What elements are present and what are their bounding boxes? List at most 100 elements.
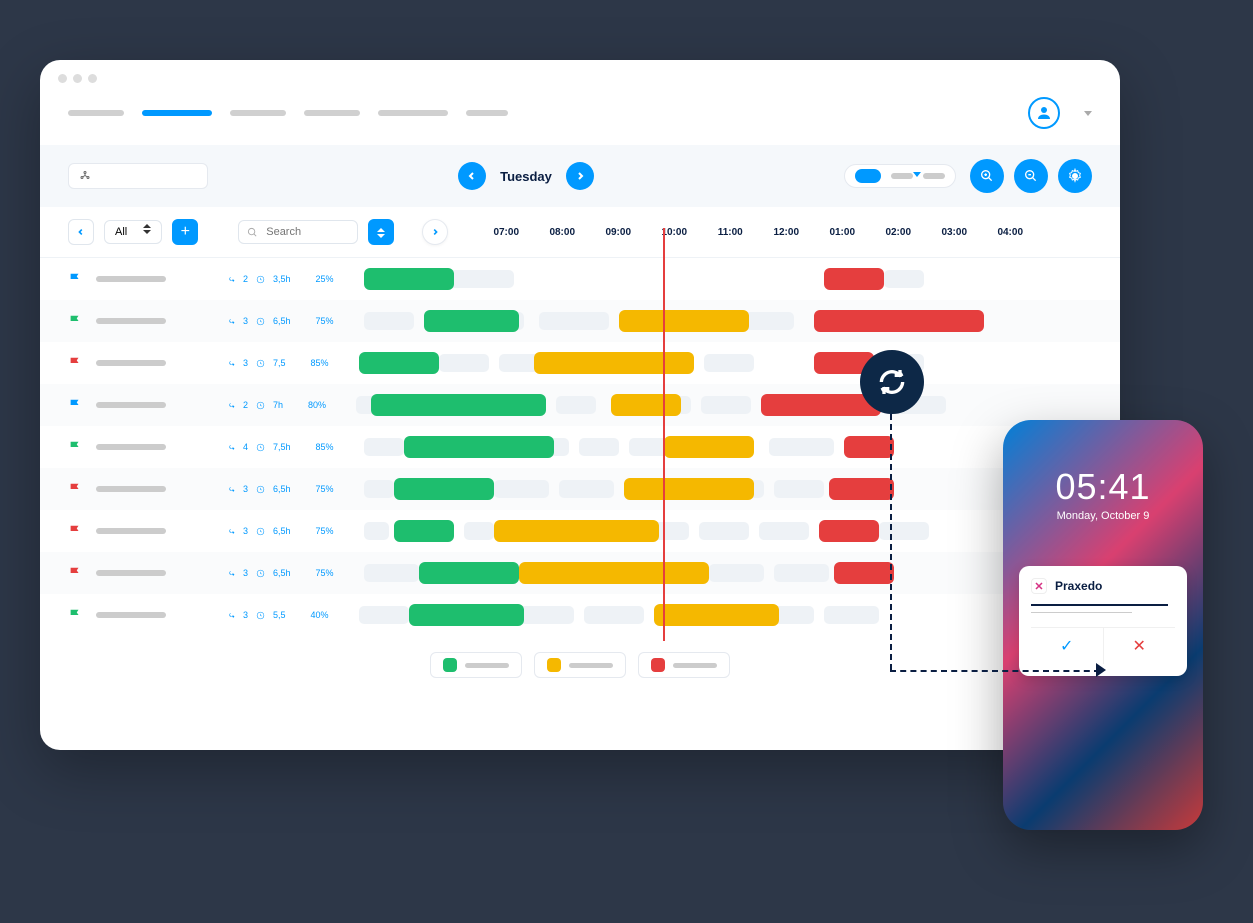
- empty-slot[interactable]: [364, 312, 414, 330]
- empty-slot[interactable]: [744, 312, 794, 330]
- empty-slot[interactable]: [701, 396, 751, 414]
- zoom-in-button[interactable]: [970, 159, 1004, 193]
- clock-icon: [256, 527, 265, 536]
- notification-accept-button[interactable]: ✓: [1031, 628, 1104, 664]
- resource-stats: 3 6,5h 75%: [226, 316, 334, 326]
- resource-name: [96, 402, 166, 408]
- notification-reject-button[interactable]: ✕: [1104, 628, 1176, 664]
- settings-button[interactable]: [1058, 159, 1092, 193]
- nav-item-1[interactable]: [142, 110, 212, 116]
- flag-icon: [68, 440, 82, 454]
- clock-icon: [256, 485, 265, 494]
- empty-slot[interactable]: [709, 564, 764, 582]
- resource-stats: 2 3,5h 25%: [226, 274, 334, 284]
- empty-slot[interactable]: [769, 438, 834, 456]
- nav-item-5[interactable]: [466, 110, 508, 116]
- empty-slot[interactable]: [519, 606, 574, 624]
- empty-slot[interactable]: [364, 522, 389, 540]
- prev-day-button[interactable]: [458, 162, 486, 190]
- maximize-dot[interactable]: [88, 74, 97, 83]
- task-bar[interactable]: [624, 478, 754, 500]
- minimize-dot[interactable]: [73, 74, 82, 83]
- task-bar[interactable]: [534, 352, 694, 374]
- bars-icon: [299, 317, 308, 326]
- search-input[interactable]: [266, 226, 326, 238]
- bars-icon: [291, 401, 300, 410]
- nav-item-0[interactable]: [68, 110, 124, 116]
- user-avatar[interactable]: [1028, 97, 1060, 129]
- empty-slot[interactable]: [539, 312, 609, 330]
- task-bar[interactable]: [829, 478, 894, 500]
- task-bar[interactable]: [359, 352, 439, 374]
- search-box[interactable]: [238, 220, 358, 244]
- task-bar[interactable]: [424, 310, 519, 332]
- task-bar[interactable]: [364, 268, 454, 290]
- task-bar[interactable]: [394, 520, 454, 542]
- task-bar[interactable]: [834, 562, 894, 584]
- timeline-track: [364, 520, 1092, 542]
- task-bar[interactable]: [844, 436, 894, 458]
- empty-slot[interactable]: [494, 480, 549, 498]
- nav-item-3[interactable]: [304, 110, 360, 116]
- search-icon: [247, 227, 258, 238]
- task-bar[interactable]: [371, 394, 546, 416]
- task-bar[interactable]: [394, 478, 494, 500]
- empty-slot[interactable]: [579, 438, 619, 456]
- view-option-1[interactable]: [855, 169, 881, 183]
- org-selector[interactable]: [68, 163, 208, 189]
- task-bar[interactable]: [419, 562, 519, 584]
- avatar-menu-caret-icon[interactable]: [1084, 111, 1092, 116]
- task-bar[interactable]: [611, 394, 681, 416]
- empty-slot[interactable]: [364, 438, 404, 456]
- chevron-right-icon: [431, 228, 439, 236]
- connector-arrow-icon: [1096, 663, 1106, 677]
- view-toggle[interactable]: [844, 164, 956, 188]
- empty-slot[interactable]: [359, 606, 409, 624]
- task-bar[interactable]: [664, 436, 754, 458]
- empty-slot[interactable]: [556, 396, 596, 414]
- notification-card[interactable]: ✕ Praxedo ✓ ✕: [1019, 566, 1187, 676]
- flag-icon: [68, 272, 82, 286]
- empty-slot[interactable]: [704, 354, 754, 372]
- filter-bar: All + 07:0008:0009:0010:0011:0012:0001:0…: [40, 207, 1120, 258]
- empty-slot[interactable]: [364, 564, 419, 582]
- empty-slot[interactable]: [879, 522, 929, 540]
- close-dot[interactable]: [58, 74, 67, 83]
- empty-slot[interactable]: [464, 522, 494, 540]
- task-bar[interactable]: [519, 562, 709, 584]
- collapse-left-button[interactable]: [68, 219, 94, 245]
- zoom-out-button[interactable]: [1014, 159, 1048, 193]
- empty-slot[interactable]: [774, 480, 824, 498]
- empty-slot[interactable]: [364, 480, 394, 498]
- empty-slot[interactable]: [759, 522, 809, 540]
- task-bar[interactable]: [619, 310, 749, 332]
- empty-slot[interactable]: [774, 564, 829, 582]
- empty-slot[interactable]: [824, 606, 879, 624]
- clock-icon: [256, 359, 265, 368]
- task-bar[interactable]: [409, 604, 524, 626]
- empty-slot[interactable]: [559, 480, 614, 498]
- task-bar[interactable]: [404, 436, 554, 458]
- scroll-right-button[interactable]: [422, 219, 448, 245]
- resource-row: 3 7,5 85%: [40, 342, 1120, 384]
- nav-item-4[interactable]: [378, 110, 448, 116]
- tools-icon: [226, 527, 235, 536]
- sort-button[interactable]: [368, 219, 394, 245]
- flag-icon: [68, 482, 82, 496]
- legend-label: [569, 663, 613, 668]
- next-day-button[interactable]: [566, 162, 594, 190]
- task-bar[interactable]: [494, 520, 659, 542]
- task-bar[interactable]: [814, 310, 984, 332]
- task-bar[interactable]: [654, 604, 779, 626]
- empty-slot[interactable]: [584, 606, 644, 624]
- empty-slot[interactable]: [884, 270, 924, 288]
- empty-slot[interactable]: [439, 354, 489, 372]
- task-bar[interactable]: [819, 520, 879, 542]
- add-button[interactable]: +: [172, 219, 198, 245]
- view-option-2[interactable]: [891, 173, 913, 179]
- nav-item-2[interactable]: [230, 110, 286, 116]
- task-bar[interactable]: [824, 268, 884, 290]
- filter-select[interactable]: All: [104, 220, 162, 244]
- empty-slot[interactable]: [699, 522, 749, 540]
- view-option-3[interactable]: [923, 173, 945, 179]
